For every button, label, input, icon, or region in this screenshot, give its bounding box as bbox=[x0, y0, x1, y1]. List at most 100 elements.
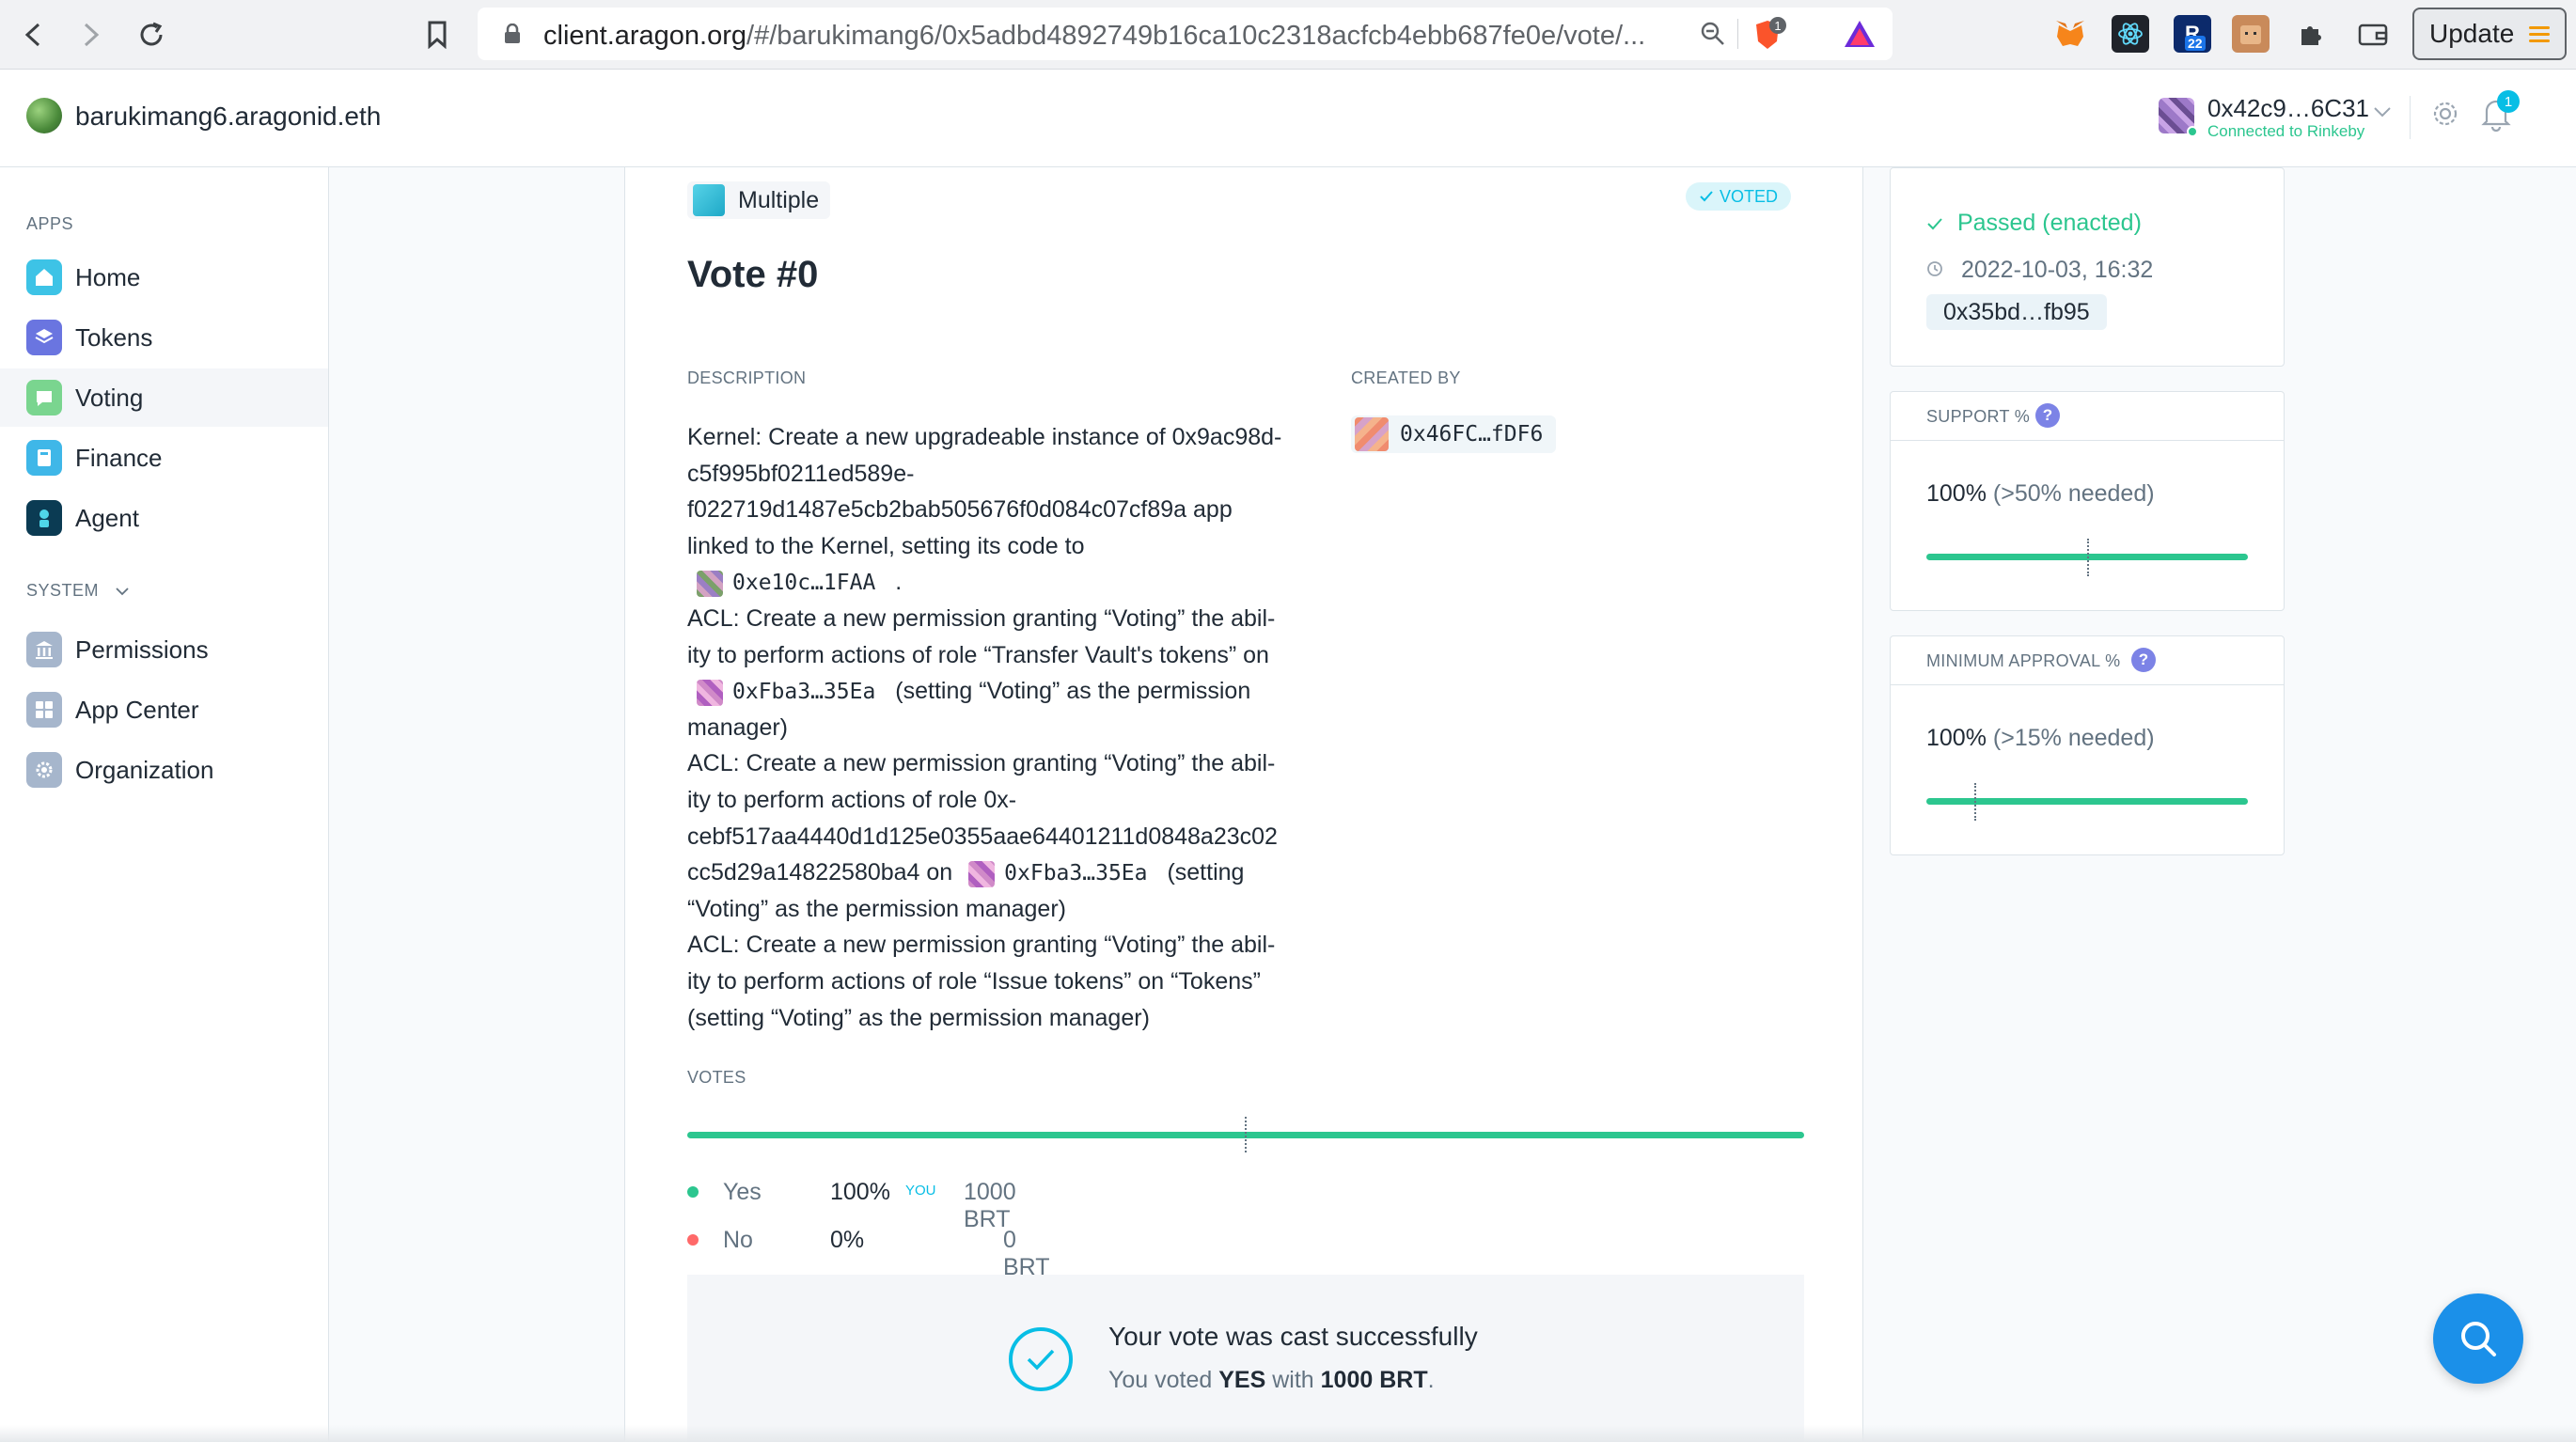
help-icon[interactable]: ? bbox=[2035, 403, 2060, 428]
you-badge: YOU bbox=[905, 1183, 936, 1199]
votes-bar-threshold-marker bbox=[1245, 1117, 1247, 1152]
help-search-button[interactable] bbox=[2433, 1293, 2523, 1384]
no-label: No bbox=[723, 1227, 753, 1253]
creator-badge[interactable]: 0x46FC…fDF6 bbox=[1351, 415, 1557, 453]
system-heading[interactable]: SYSTEM bbox=[26, 581, 129, 601]
metamask-icon[interactable] bbox=[2051, 15, 2089, 53]
clock-icon bbox=[1927, 261, 1942, 276]
sidebar-item-agent[interactable]: Agent bbox=[0, 489, 328, 547]
sidebar-item-tokens[interactable]: Tokens bbox=[0, 308, 328, 367]
react-devtools-icon[interactable] bbox=[2112, 15, 2149, 53]
vote-success-panel: Your vote was cast successfully You vote… bbox=[687, 1275, 1804, 1442]
app-badge[interactable]: Multiple bbox=[687, 181, 831, 219]
agent-icon bbox=[26, 500, 62, 536]
url-divider bbox=[1737, 19, 1738, 49]
sidebar-item-voting[interactable]: Voting bbox=[0, 368, 328, 427]
connection-status-dot bbox=[2187, 126, 2198, 137]
approval-threshold-marker bbox=[1974, 783, 1976, 821]
sidebar-item-organization[interactable]: Organization bbox=[0, 741, 328, 799]
bookmark-icon[interactable] bbox=[419, 17, 455, 53]
address-badge[interactable]: 0xe10c…1FAA bbox=[687, 568, 888, 600]
reload-icon[interactable] bbox=[134, 17, 169, 53]
app-center-icon bbox=[26, 692, 62, 728]
vote-status: Passed (enacted) bbox=[1926, 210, 2142, 237]
extensions-puzzle-icon[interactable] bbox=[2292, 15, 2330, 53]
brave-rewards-icon[interactable] bbox=[1843, 19, 1877, 49]
support-box: SUPPORT % ? 100% (>50% needed) bbox=[1890, 391, 2285, 611]
window-bottom-edge bbox=[0, 1425, 2576, 1442]
identicon bbox=[1355, 417, 1389, 451]
yes-amount: 1000 BRT bbox=[964, 1179, 1016, 1232]
browser-toolbar: client.aragon.org/#/barukimang6/0x5adbd4… bbox=[0, 0, 2576, 70]
support-value: 100% (>50% needed) bbox=[1926, 480, 2155, 507]
update-button[interactable]: Update bbox=[2412, 8, 2567, 60]
yes-dot bbox=[687, 1186, 699, 1198]
gear-icon[interactable] bbox=[2429, 98, 2461, 130]
tokens-icon bbox=[26, 320, 62, 355]
voting-icon bbox=[26, 380, 62, 415]
app-badge-label: Multiple bbox=[738, 186, 820, 213]
chevron-down-icon[interactable] bbox=[2373, 105, 2392, 118]
sidebar-item-label: Permissions bbox=[75, 635, 209, 664]
app-header: barukimang6.aragonid.eth 0x42c9…6C31 Con… bbox=[0, 70, 2576, 167]
sidebar-item-label: Agent bbox=[75, 503, 139, 532]
finance-icon bbox=[26, 440, 62, 476]
sidebar-item-label: Voting bbox=[75, 383, 144, 412]
approval-header: MINIMUM APPROVAL % ? bbox=[1891, 636, 2284, 685]
sidebar-item-finance[interactable]: Finance bbox=[0, 429, 328, 487]
yes-label: Yes bbox=[723, 1179, 762, 1205]
vote-title: Vote #0 bbox=[687, 254, 819, 295]
support-label: SUPPORT % bbox=[1926, 407, 2031, 426]
voted-badge: VOTED bbox=[1686, 182, 1792, 211]
sidebar-item-home[interactable]: Home bbox=[0, 248, 328, 306]
zoom-icon[interactable] bbox=[1700, 21, 1726, 47]
extension-face-icon[interactable] bbox=[2232, 15, 2270, 53]
address-badge[interactable]: 0xFba3…35Ea bbox=[959, 858, 1160, 890]
address-bar[interactable]: client.aragon.org/#/barukimang6/0x5adbd4… bbox=[478, 8, 1893, 60]
address-badge[interactable]: 0xFba3…35Ea bbox=[687, 677, 888, 709]
vote-description: Kernel: Create a new upgradeable instanc… bbox=[687, 424, 1282, 1031]
no-amount: 0 BRT bbox=[1003, 1227, 1050, 1280]
redux-extension-icon[interactable]: R 22 bbox=[2174, 15, 2211, 53]
success-message: You voted YES with 1000 BRT. bbox=[1108, 1367, 1435, 1393]
account-network: Connected to Rinkeby bbox=[2207, 122, 2365, 140]
yes-percent: 100% bbox=[830, 1179, 890, 1205]
identicon bbox=[968, 860, 996, 887]
org-name[interactable]: barukimang6.aragonid.eth bbox=[75, 102, 381, 132]
success-title: Your vote was cast successfully bbox=[1108, 1322, 1478, 1351]
forward-icon[interactable] bbox=[73, 17, 109, 53]
sidebar-item-label: Tokens bbox=[75, 322, 153, 352]
support-threshold-marker bbox=[2087, 539, 2089, 576]
check-icon bbox=[1700, 191, 1713, 202]
org-avatar[interactable] bbox=[26, 98, 62, 133]
help-icon[interactable]: ? bbox=[2131, 648, 2156, 672]
no-percent: 0% bbox=[830, 1227, 865, 1253]
created-by-label: CREATED BY bbox=[1351, 368, 1461, 387]
sidebar-item-permissions[interactable]: Permissions bbox=[0, 620, 328, 679]
lock-icon bbox=[505, 24, 520, 43]
vote-detail-card: Multiple VOTED Vote #0 DESCRIPTION CREAT… bbox=[624, 167, 1863, 1442]
sidebar-item-label: Organization bbox=[75, 755, 214, 784]
identicon bbox=[697, 679, 723, 706]
brave-badge: 1 bbox=[1769, 17, 1786, 34]
back-icon[interactable] bbox=[15, 17, 51, 53]
url-text: client.aragon.org/#/barukimang6/0x5adbd4… bbox=[543, 21, 1646, 51]
sidebar-item-label: Finance bbox=[75, 443, 163, 472]
apps-heading: APPS bbox=[26, 214, 74, 233]
search-icon bbox=[2461, 1322, 2496, 1356]
account-address[interactable]: 0x42c9…6C31 bbox=[2207, 94, 2369, 123]
description-label: DESCRIPTION bbox=[687, 368, 807, 387]
organization-icon bbox=[26, 752, 62, 788]
vote-end-datetime: 2022-10-03, 16:32 bbox=[1926, 257, 2153, 284]
sidebar: APPS Home Tokens Voting Finance Agent SY… bbox=[0, 167, 329, 1442]
wallet-icon[interactable] bbox=[2354, 15, 2392, 53]
header-divider bbox=[2410, 96, 2411, 139]
sidebar-item-app-center[interactable]: App Center bbox=[0, 681, 328, 739]
brave-shield-icon[interactable]: 1 bbox=[1752, 17, 1786, 51]
multiple-apps-icon bbox=[693, 184, 725, 216]
check-circle-icon bbox=[1009, 1327, 1073, 1391]
approval-box: MINIMUM APPROVAL % ? 100% (>15% needed) bbox=[1890, 635, 2285, 855]
support-header: SUPPORT % ? bbox=[1891, 392, 2284, 441]
notification-badge: 1 bbox=[2497, 90, 2520, 113]
transaction-badge[interactable]: 0x35bd…fb95 bbox=[1926, 294, 2107, 330]
